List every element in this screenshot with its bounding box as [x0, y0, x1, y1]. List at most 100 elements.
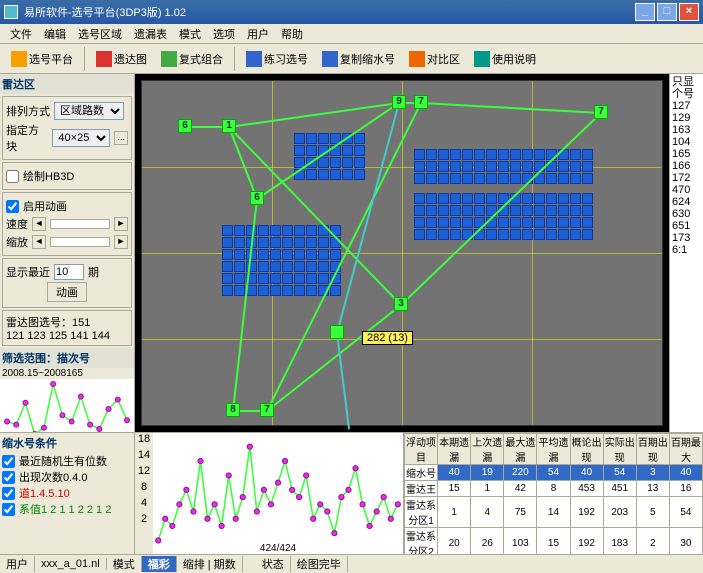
rightcol-value: 172 [672, 172, 701, 184]
table-header: 平均遗漏 [537, 434, 570, 465]
speed-slider[interactable] [50, 219, 110, 229]
maximize-button[interactable]: □ [657, 3, 677, 21]
table-header: 实际出现 [603, 434, 636, 465]
tb-combo[interactable]: 复式组合 [156, 48, 228, 70]
grid-edit-button[interactable]: ... [114, 131, 128, 145]
close-button[interactable]: × [679, 3, 699, 21]
rightcol-value: 624 [672, 196, 701, 208]
radar-canvas[interactable]: 619776873282 (13) [141, 80, 663, 426]
rightcol-value: 127 [672, 100, 701, 112]
fire-icon [409, 51, 425, 67]
tb-help[interactable]: 使用说明 [469, 48, 541, 70]
table-header: 本期遗漏 [438, 434, 471, 465]
tb-copy[interactable]: 复制缩水号 [317, 48, 400, 70]
table-row[interactable]: 雷达系分区2202610315192183230 [405, 528, 703, 555]
canvas-area: 619776873282 (13) [135, 74, 669, 432]
filter-label: 出现次数0.4.0 [19, 469, 87, 485]
copy-icon [322, 51, 338, 67]
sort-label: 排列方式 [6, 103, 50, 119]
rightcol-value: 163 [672, 124, 701, 136]
filter-check-3[interactable] [2, 503, 15, 516]
menu-option[interactable]: 选项 [207, 26, 241, 42]
menu-edit[interactable]: 编辑 [38, 26, 72, 42]
menu-mode[interactable]: 模式 [173, 26, 207, 42]
menu-file[interactable]: 文件 [4, 26, 38, 42]
rightcol-value: 470 [672, 184, 701, 196]
tb-compare[interactable]: 对比区 [404, 48, 465, 70]
rightcol-value: 6:1 [672, 244, 701, 256]
canvas-node[interactable]: 3 [394, 297, 408, 311]
canvas-node[interactable] [330, 325, 344, 339]
bottom-chart: 424/424 [153, 433, 403, 554]
filter-check-0[interactable] [2, 455, 15, 468]
tb-platform[interactable]: 选号平台 [6, 48, 78, 70]
tb-radar[interactable]: 遗达图 [91, 48, 152, 70]
filter-check-2[interactable] [2, 487, 15, 500]
rightcol-value: 166 [672, 160, 701, 172]
right-column: 只显个号127129163104165166172470624630651173… [669, 74, 703, 432]
speed-up[interactable]: ► [114, 217, 128, 231]
canvas-node[interactable]: 7 [414, 95, 428, 109]
left-panel: 雷达区 排列方式 区域路数 指定方块 40×25 ... 绘制HB3D 启用动画… [0, 74, 135, 432]
canvas-node[interactable]: 7 [594, 105, 608, 119]
filter-label: 系值1 2 1 1 2 2 1 2 [19, 501, 111, 517]
menu-help[interactable]: 帮助 [275, 26, 309, 42]
chk-anim[interactable] [6, 200, 19, 213]
menu-region[interactable]: 选号区域 [72, 26, 128, 42]
filter-check-1[interactable] [2, 471, 15, 484]
rightcol-value: 只显个号 [672, 76, 701, 100]
recent-input[interactable] [54, 264, 84, 280]
canvas-node[interactable]: 6 [178, 119, 192, 133]
rightcol-value: 129 [672, 112, 701, 124]
mini-chart [0, 379, 134, 432]
canvas-node[interactable]: 7 [260, 403, 274, 417]
canvas-node[interactable]: 8 [226, 403, 240, 417]
table-row[interactable]: 雷达系分区1147514192203554 [405, 497, 703, 528]
speed-down[interactable]: ◄ [32, 217, 46, 231]
zoom-slider[interactable] [50, 237, 110, 247]
filter-label: 道1.4.5.10 [19, 485, 70, 501]
menu-user[interactable]: 用户 [241, 26, 275, 42]
help-icon [474, 51, 490, 67]
zoom-up[interactable]: ► [114, 235, 128, 249]
canvas-node[interactable]: 6 [250, 191, 264, 205]
combo-icon [161, 51, 177, 67]
table-header: 百期出现 [636, 434, 669, 465]
rightcol-value: 165 [672, 148, 701, 160]
rightcol-value: 104 [672, 136, 701, 148]
chart2-pager: 424/424 [260, 543, 296, 554]
radar-sel-nums: 121 123 125 141 144 [6, 330, 128, 342]
rightcol-value: 630 [672, 208, 701, 220]
table-row[interactable]: 雷达王1514284534511316 [405, 481, 703, 497]
status-cell: 缩排 | 期数 [177, 556, 243, 572]
menu-miss[interactable]: 遗漏表 [128, 26, 173, 42]
panel-radar-title: 雷达区 [0, 74, 134, 94]
titlebar: 易所软件-选号平台(3DP3版) 1.02 _ □ × [0, 0, 703, 24]
filter-title: 缩水号条件 [0, 433, 134, 453]
rightcol-value: 651 [672, 220, 701, 232]
canvas-node[interactable]: 1 [222, 119, 236, 133]
table-row[interactable]: 缩水号4019220544054340 [405, 465, 703, 481]
mini-title: 筛选范围：描次号 [0, 348, 134, 368]
table-header: 百期最大 [669, 434, 702, 465]
radar-sel-title: 雷达图选号：151 [6, 314, 128, 330]
grid-label: 指定方块 [6, 122, 48, 154]
zoom-down[interactable]: ◄ [32, 235, 46, 249]
status-cell: 绘图完毕 [291, 556, 348, 572]
chk-edge[interactable] [6, 170, 19, 183]
minimize-button[interactable]: _ [635, 3, 655, 21]
sort-select[interactable]: 区域路数 [54, 102, 124, 120]
statusbar: 用户xxx_a_01.nl模式福彩缩排 | 期数状态绘图完毕 [0, 554, 703, 572]
filter-label: 最近随机生有位数 [19, 453, 107, 469]
canvas-node[interactable]: 9 [392, 95, 406, 109]
grid-icon [11, 51, 27, 67]
status-cell: 福彩 [142, 556, 177, 572]
grid-select[interactable]: 40×25 [52, 129, 110, 147]
menubar: 文件 编辑 选号区域 遗漏表 模式 选项 用户 帮助 [0, 24, 703, 44]
anim-button[interactable]: 动画 [47, 282, 87, 302]
status-cell: 用户 [0, 556, 35, 572]
toolbar: 选号平台 遗达图 复式组合 练习选号 复制缩水号 对比区 使用说明 [0, 44, 703, 74]
tb-practice[interactable]: 练习选号 [241, 48, 313, 70]
filter-panel: 缩水号条件 最近随机生有位数出现次数0.4.0道1.4.5.10系值1 2 1 … [0, 433, 135, 554]
app-icon [4, 5, 18, 19]
